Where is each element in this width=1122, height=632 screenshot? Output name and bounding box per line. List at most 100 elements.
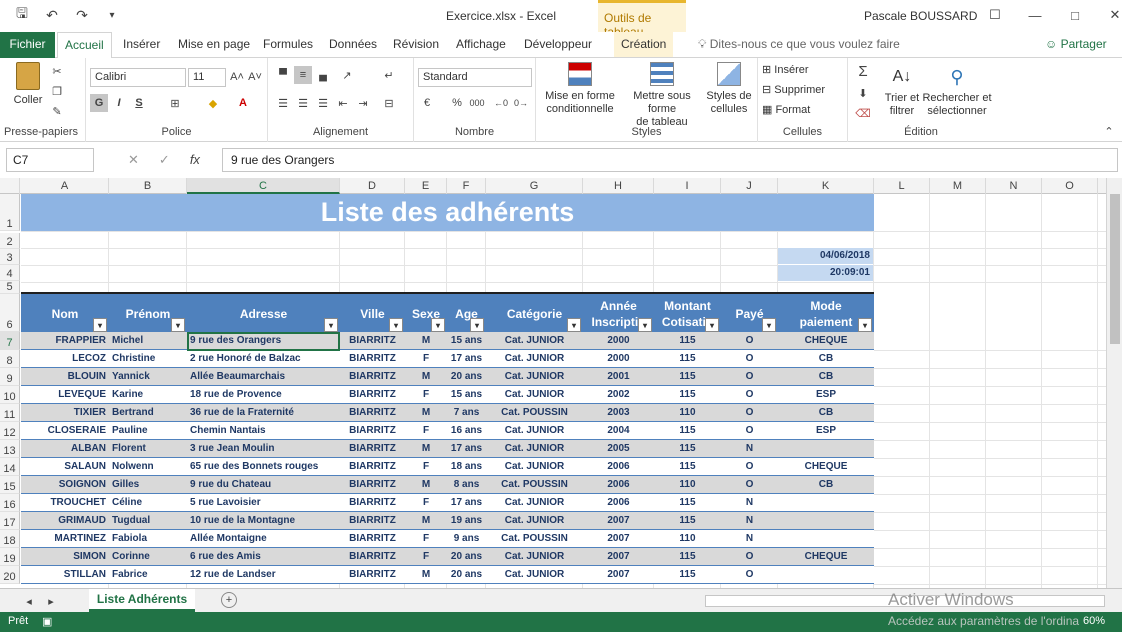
table-cell[interactable]: LECOZ	[21, 350, 109, 368]
table-cell[interactable]: Fabiola	[109, 530, 187, 548]
table-header-cell[interactable]: Adresse ▾	[187, 294, 340, 334]
redo-icon[interactable]: ↷	[74, 7, 90, 23]
row-header-15[interactable]: 15	[0, 476, 20, 494]
tab-table-design[interactable]: Création	[614, 32, 674, 57]
column-header-a[interactable]: A	[21, 178, 109, 194]
cut-icon[interactable]: ✂	[48, 62, 66, 80]
table-cell[interactable]: M	[405, 404, 447, 422]
table-header-cell[interactable]: Mode paiement ▾	[778, 294, 874, 334]
table-cell[interactable]: 2006	[583, 476, 654, 494]
table-cell[interactable]: 115	[654, 440, 721, 458]
table-cell[interactable]	[778, 530, 874, 548]
sheet-tab-liste-adherents[interactable]: Liste Adhérents	[89, 589, 195, 612]
table-cell[interactable]: 17 ans	[447, 494, 486, 512]
row-header-9[interactable]: 9	[0, 368, 20, 386]
table-cell[interactable]: F	[405, 458, 447, 476]
row-header-7[interactable]: 7	[0, 332, 20, 350]
align-top-icon[interactable]: ▀	[274, 66, 292, 84]
table-cell[interactable]: 2007	[583, 548, 654, 566]
row-header-4[interactable]: 4	[0, 265, 20, 281]
fill-icon[interactable]: ⬇	[854, 84, 872, 102]
vertical-scrollbar[interactable]	[1106, 178, 1122, 588]
table-cell[interactable]: BIARRITZ	[340, 404, 405, 422]
table-cell[interactable]: SALAUN	[21, 458, 109, 476]
number-format-select[interactable]: Standard	[418, 68, 532, 87]
font-color-icon[interactable]: A	[234, 94, 252, 112]
align-middle-icon[interactable]: ≡	[294, 66, 312, 84]
table-cell[interactable]: 115	[654, 350, 721, 368]
table-cell[interactable]: O	[721, 404, 778, 422]
table-cell[interactable]: O	[721, 476, 778, 494]
table-cell[interactable]: Cat. JUNIOR	[486, 368, 583, 386]
column-header-k[interactable]: K	[778, 178, 874, 194]
table-cell[interactable]: Cat. JUNIOR	[486, 566, 583, 584]
filter-dropdown-icon[interactable]: ▾	[389, 318, 403, 332]
minimize-icon[interactable]: —	[1015, 4, 1055, 26]
table-cell[interactable]: BIARRITZ	[340, 368, 405, 386]
table-cell[interactable]: LEVEQUE	[21, 386, 109, 404]
column-header-m[interactable]: M	[930, 178, 986, 194]
save-icon[interactable]: 🖫	[14, 5, 30, 23]
filter-dropdown-icon[interactable]: ▾	[762, 318, 776, 332]
table-cell[interactable]: BLOUIN	[21, 368, 109, 386]
table-cell[interactable]: CB	[778, 368, 874, 386]
underline-button[interactable]: S	[130, 94, 148, 112]
table-cell[interactable]: BIARRITZ	[340, 494, 405, 512]
table-cell[interactable]: Karine	[109, 386, 187, 404]
table-cell[interactable]: M	[405, 332, 447, 350]
table-cell[interactable]: N	[721, 440, 778, 458]
table-cell[interactable]: ALBAN	[21, 440, 109, 458]
table-cell[interactable]: Cat. POUSSIN	[486, 476, 583, 494]
clear-icon[interactable]: ⌫	[854, 104, 872, 122]
table-cell[interactable]: MARTINEZ	[21, 530, 109, 548]
ribbon-display-icon[interactable]: ☐	[975, 4, 1015, 26]
table-cell[interactable]: 115	[654, 566, 721, 584]
column-header-n[interactable]: N	[986, 178, 1042, 194]
column-header-l[interactable]: L	[874, 178, 930, 194]
add-sheet-icon[interactable]: +	[221, 592, 237, 608]
table-cell[interactable]: Pauline	[109, 422, 187, 440]
table-cell[interactable]: 19 ans	[447, 512, 486, 530]
increase-indent-icon[interactable]: ⇥	[354, 94, 372, 112]
table-cell[interactable]: TROUCHET	[21, 494, 109, 512]
font-name-select[interactable]: Calibri	[90, 68, 186, 87]
thousands-button[interactable]: 000	[468, 94, 486, 112]
filter-dropdown-icon[interactable]: ▾	[638, 318, 652, 332]
table-cell[interactable]: Allée Montaigne	[187, 530, 340, 548]
close-icon[interactable]: ✕	[1095, 4, 1122, 26]
column-header-e[interactable]: E	[405, 178, 447, 194]
column-header-h[interactable]: H	[583, 178, 654, 194]
borders-icon[interactable]: ⊞	[166, 94, 184, 112]
table-cell[interactable]: O	[721, 386, 778, 404]
table-cell[interactable]: 16 ans	[447, 422, 486, 440]
tab-developer[interactable]: Développeur	[517, 32, 599, 58]
filter-dropdown-icon[interactable]: ▾	[171, 318, 185, 332]
tab-review[interactable]: Révision	[386, 32, 446, 58]
column-header-g[interactable]: G	[486, 178, 583, 194]
table-cell[interactable]: 115	[654, 332, 721, 350]
table-cell[interactable]: CB	[778, 476, 874, 494]
table-header-cell[interactable]: Ville ▾	[340, 294, 405, 334]
table-cell[interactable]: 18 ans	[447, 458, 486, 476]
table-cell[interactable]: O	[721, 548, 778, 566]
time-cell[interactable]: 20:09:01	[778, 265, 873, 281]
table-cell[interactable]: 36 rue de la Fraternité	[187, 404, 340, 422]
wrap-text-icon[interactable]: ↵	[380, 66, 398, 84]
table-cell[interactable]: F	[405, 350, 447, 368]
table-cell[interactable]: ESP	[778, 386, 874, 404]
table-cell[interactable]: 115	[654, 386, 721, 404]
grow-font-icon[interactable]: A˄	[228, 68, 246, 86]
table-cell[interactable]	[778, 494, 874, 512]
table-cell[interactable]: SOIGNON	[21, 476, 109, 494]
italic-button[interactable]: I	[110, 94, 128, 112]
undo-icon[interactable]: ↶	[44, 7, 60, 23]
orientation-icon[interactable]: ↗	[338, 66, 356, 84]
autosum-icon[interactable]: Σ	[854, 62, 872, 80]
align-center-icon[interactable]: ☰	[294, 94, 312, 112]
sheet-title[interactable]: Liste des adhérents	[21, 194, 874, 231]
table-cell[interactable]: Cat. JUNIOR	[486, 494, 583, 512]
table-cell[interactable]: M	[405, 368, 447, 386]
table-cell[interactable]: 20 ans	[447, 548, 486, 566]
row-header-11[interactable]: 11	[0, 404, 20, 422]
table-cell[interactable]: 115	[654, 548, 721, 566]
